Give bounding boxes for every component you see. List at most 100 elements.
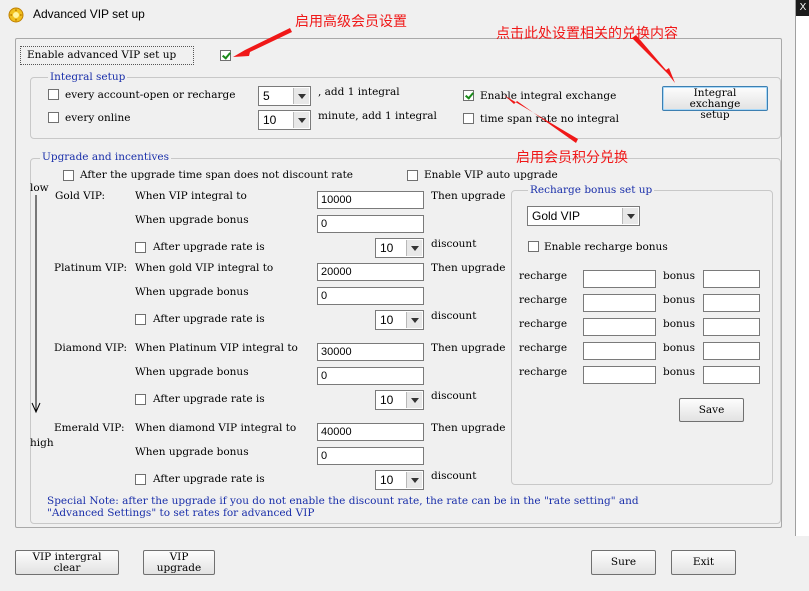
after-rate-label: After upgrade rate is (153, 473, 265, 485)
auto-upgrade-checkbox[interactable] (407, 170, 418, 181)
window-frame-edge: X (795, 0, 809, 536)
recharge-field[interactable] (583, 318, 656, 336)
level-condition: When diamond VIP integral to (135, 422, 297, 434)
annotation-click-exchange: 点击此处设置相关的兑换内容 (496, 26, 678, 42)
bonus-label: bonus (663, 270, 695, 282)
chevron-down-icon (293, 112, 309, 128)
recharge-field[interactable] (583, 294, 656, 312)
recharge-field[interactable] (583, 342, 656, 360)
level-name: Gold VIP: (55, 190, 106, 202)
bonus-field[interactable] (703, 366, 760, 384)
recharge-bonus-legend: Recharge bonus set up (528, 184, 655, 196)
bonus-label: When upgrade bonus (135, 286, 249, 298)
auto-upgrade-label: Enable VIP auto upgrade (424, 169, 558, 181)
after-rate-checkbox[interactable] (135, 242, 146, 253)
rate-value: 10 (380, 473, 394, 487)
integral-field[interactable]: 40000 (317, 423, 424, 441)
after-rate-checkbox[interactable] (135, 314, 146, 325)
rate-select[interactable]: 10 (375, 470, 424, 490)
sure-button-label: Sure (610, 556, 637, 568)
discount-label: discount (431, 238, 477, 250)
bonus-label: When upgrade bonus (135, 446, 249, 458)
bonus-field[interactable]: 0 (317, 367, 424, 385)
online-minutes-value: 10 (263, 113, 277, 127)
bonus-field[interactable]: 0 (317, 215, 424, 233)
special-note-line1: Special Note: after the upgrade if you d… (47, 495, 639, 507)
bonus-field[interactable] (703, 294, 760, 312)
time-span-label: time span rate no integral (480, 113, 619, 125)
save-button-label: Save (698, 404, 725, 416)
integral-field[interactable]: 30000 (317, 343, 424, 361)
vip-integral-clear-button[interactable]: VIP intergral clear (15, 550, 119, 575)
bonus-field[interactable] (703, 318, 760, 336)
bonus-field[interactable]: 0 (317, 447, 424, 465)
high-label: high (30, 437, 54, 449)
rate-select[interactable]: 10 (375, 390, 424, 410)
integral-field[interactable]: 10000 (317, 191, 424, 209)
recharge-field[interactable] (583, 270, 656, 288)
every-online-checkbox[interactable] (48, 112, 59, 123)
after-rate-checkbox[interactable] (135, 474, 146, 485)
chevron-down-icon (406, 472, 422, 488)
bonus-field[interactable] (703, 342, 760, 360)
level-name: Platinum VIP: (54, 262, 128, 274)
online-minutes-select[interactable]: 10 (258, 110, 311, 130)
after-rate-checkbox[interactable] (135, 394, 146, 405)
after-rate-label: After upgrade rate is (153, 313, 265, 325)
enable-exchange-checkbox[interactable] (463, 90, 474, 101)
enable-recharge-bonus-label: Enable recharge bonus (544, 241, 668, 253)
level-condition: When gold VIP integral to (135, 262, 274, 274)
close-icon[interactable]: X (796, 0, 809, 16)
upgrade-legend: Upgrade and incentives (40, 151, 172, 163)
recharge-label: recharge (519, 366, 568, 378)
rate-value: 10 (380, 313, 394, 327)
account-integral-value: 5 (263, 89, 270, 103)
enable-recharge-bonus-checkbox[interactable] (528, 241, 539, 252)
integral-exchange-setup-button[interactable]: Integral exchange setup (662, 86, 768, 121)
discount-label: discount (431, 470, 477, 482)
bonus-label: bonus (663, 342, 695, 354)
rate-select[interactable]: 10 (375, 310, 424, 330)
recharge-field[interactable] (583, 366, 656, 384)
level-name: Diamond VIP: (54, 342, 128, 354)
special-note-line2: "Advanced Settings" to set rates for adv… (47, 507, 315, 519)
account-integral-select[interactable]: 5 (258, 86, 311, 106)
bonus-label: bonus (663, 366, 695, 378)
add-integral-label: , add 1 integral (318, 86, 400, 98)
discount-label: discount (431, 390, 477, 402)
focus-rect (20, 46, 194, 65)
vip-upgrade-label-2: upgrade (156, 562, 202, 574)
after-rate-label: After upgrade rate is (153, 241, 265, 253)
bonus-field[interactable] (703, 270, 760, 288)
recharge-bonus-group (511, 190, 773, 485)
vip-upgrade-button[interactable]: VIP upgrade (143, 550, 215, 575)
every-account-label: every account-open or recharge (65, 89, 236, 101)
save-button[interactable]: Save (679, 398, 744, 422)
level-condition: When VIP integral to (135, 190, 247, 202)
rate-select[interactable]: 10 (375, 238, 424, 258)
exit-button[interactable]: Exit (671, 550, 736, 575)
bonus-label: When upgrade bonus (135, 366, 249, 378)
then-upgrade-label: Then upgrade (431, 190, 506, 202)
bonus-label: bonus (663, 318, 695, 330)
time-span-checkbox[interactable] (463, 113, 474, 124)
integral-field[interactable]: 20000 (317, 263, 424, 281)
recharge-label: recharge (519, 342, 568, 354)
window-title: Advanced VIP set up (33, 7, 145, 21)
minute-label: minute, add 1 integral (318, 110, 437, 122)
enable-advanced-checkbox[interactable] (220, 50, 231, 61)
chevron-down-icon (622, 208, 638, 224)
recharge-level-value: Gold VIP (532, 209, 581, 223)
every-account-checkbox[interactable] (48, 89, 59, 100)
recharge-level-select[interactable]: Gold VIP (527, 206, 640, 226)
chevron-down-icon (293, 88, 309, 104)
then-upgrade-label: Then upgrade (431, 262, 506, 274)
low-label: low (30, 182, 49, 194)
sure-button[interactable]: Sure (591, 550, 656, 575)
bonus-field[interactable]: 0 (317, 287, 424, 305)
then-upgrade-label: Then upgrade (431, 342, 506, 354)
rate-value: 10 (380, 241, 394, 255)
vip-clear-label-2: clear (53, 562, 81, 574)
bonus-label: bonus (663, 294, 695, 306)
no-discount-checkbox[interactable] (63, 170, 74, 181)
